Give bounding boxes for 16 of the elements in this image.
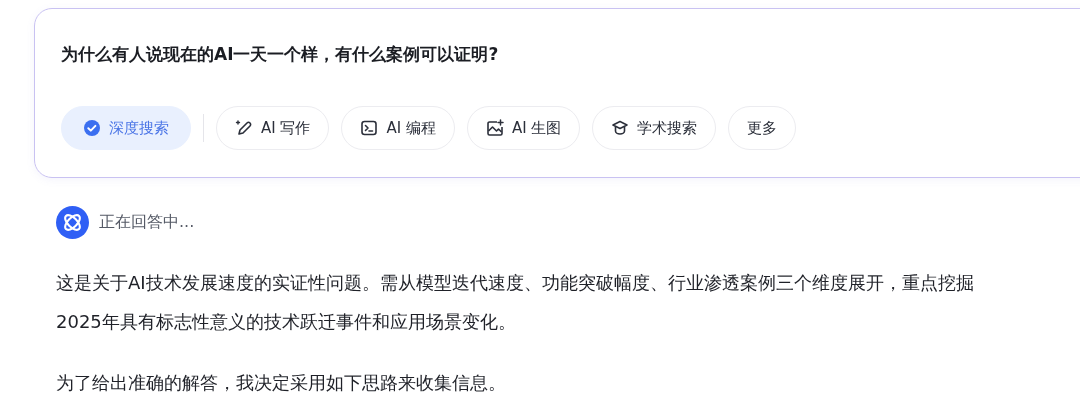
- tool-button[interactable]: 深度搜索: [61, 106, 191, 150]
- tool-button[interactable]: AI 生图: [466, 106, 581, 150]
- graduation-cap-icon: [611, 119, 630, 137]
- tool-button[interactable]: 更多: [728, 106, 797, 150]
- image-icon: [485, 119, 504, 137]
- answer-paragraph: 为了给出准确的解答，我决定采用如下思路来收集信息。: [56, 371, 507, 395]
- tool-button[interactable]: AI 写作: [216, 106, 330, 150]
- status-text: 正在回答中...: [99, 212, 195, 233]
- atom-logo-icon: [56, 206, 89, 239]
- terminal-icon: [360, 119, 379, 137]
- check-icon: [83, 119, 101, 137]
- tool-button[interactable]: AI 编程: [341, 106, 455, 150]
- tool-button[interactable]: 学术搜索: [592, 106, 717, 150]
- query-text: 为什么有人说现在的AI一天一个样，有什么案例可以证明?: [61, 43, 500, 66]
- answer-paragraph: 这是关于AI技术发展速度的实证性问题。需从模型迭代速度、功能突破幅度、行业渗透案例三个维度展开，重点挖掘2025年具有标志性意义的技术跃迁事件和应用场景变化。: [56, 271, 975, 334]
- pen-icon: [235, 119, 253, 137]
